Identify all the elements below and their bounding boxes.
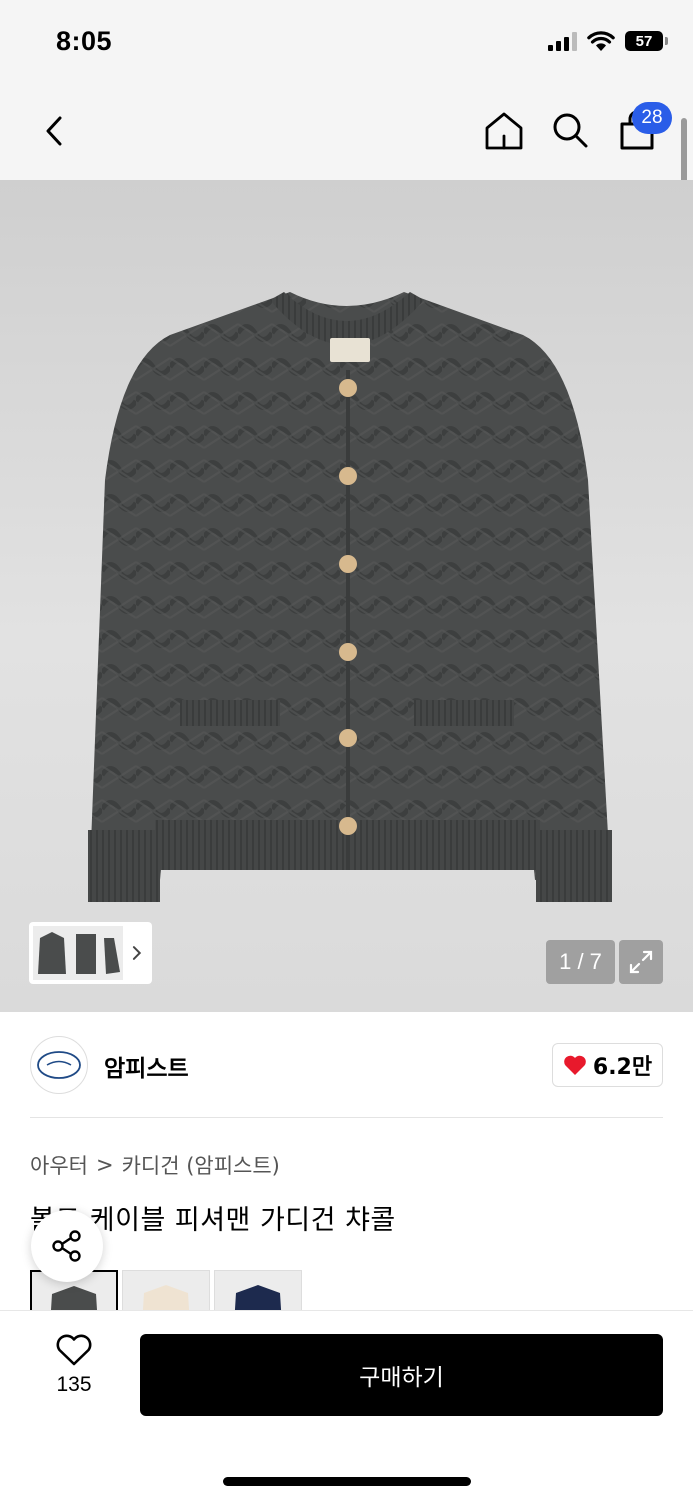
status-time: 8:05: [56, 26, 113, 56]
brand-name[interactable]: 암피스트: [104, 1049, 189, 1083]
brand-logo[interactable]: [30, 1036, 88, 1094]
cardigan-image: [88, 292, 612, 902]
breadcrumb-cardigan[interactable]: 카디건 (암피스트): [122, 1150, 280, 1180]
status-bar: 8:05 57: [0, 0, 693, 86]
top-nav-bar: [0, 86, 693, 180]
image-pager: 1 / 7: [546, 940, 615, 984]
share-icon: [52, 1230, 81, 1262]
breadcrumb-separator: >: [95, 1153, 114, 1177]
brand-row[interactable]: 암피스트 6.2만: [30, 1036, 663, 1096]
brand-like-button[interactable]: 6.2만: [552, 1043, 663, 1087]
share-button[interactable]: [31, 1210, 103, 1282]
home-icon[interactable]: [482, 108, 526, 154]
buy-button[interactable]: 구매하기: [140, 1334, 663, 1416]
home-indicator[interactable]: [223, 1477, 471, 1486]
wishlist-button[interactable]: 135: [36, 1333, 112, 1413]
wifi-icon: [587, 31, 615, 51]
back-icon[interactable]: [36, 108, 76, 154]
breadcrumb: 아우터 > 카디건 (암피스트): [30, 1150, 280, 1180]
expand-icon: [629, 950, 653, 974]
expand-image-button[interactable]: [619, 940, 663, 984]
wishlist-count: 135: [56, 1373, 92, 1396]
chevron-right-icon: [133, 946, 142, 960]
divider: [30, 1117, 663, 1118]
status-icons: 57: [548, 30, 668, 52]
breadcrumb-outer[interactable]: 아우터: [30, 1150, 88, 1180]
thumbnail-images: [33, 926, 124, 980]
cellular-signal-icon: [548, 31, 577, 51]
product-image-carousel[interactable]: [0, 180, 693, 1012]
bottom-action-bar: 135 구매하기: [0, 1310, 693, 1500]
battery-icon: 57: [625, 31, 668, 51]
brand-like-count: 6.2만: [592, 1055, 653, 1080]
heart-icon: [56, 1334, 92, 1366]
cart-count-badge: 28: [632, 102, 672, 134]
image-thumbnail-strip[interactable]: [29, 922, 152, 984]
heart-icon: [564, 1055, 586, 1075]
search-icon[interactable]: [548, 108, 594, 154]
